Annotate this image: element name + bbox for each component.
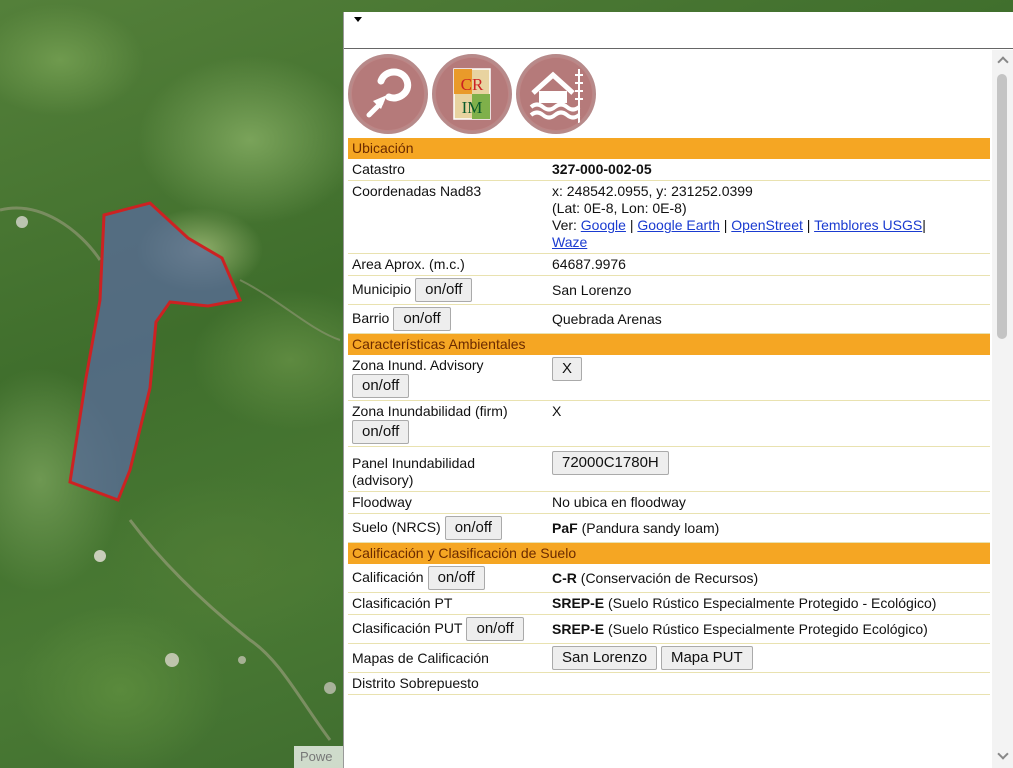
- flood-house-icon: [520, 58, 592, 130]
- section-ambientales: Características Ambientales: [348, 333, 990, 355]
- svg-text:IM: IM: [462, 98, 483, 117]
- clas-pt-code: SREP-E: [552, 595, 605, 611]
- link-waze[interactable]: Waze: [552, 234, 587, 250]
- link-google[interactable]: Google: [581, 217, 626, 233]
- section-ubicacion: Ubicación: [348, 138, 990, 159]
- row-coordenadas: Coordenadas Nad83 x: 248542.0955, y: 231…: [348, 180, 990, 254]
- row-barrio: Barrio on/off Quebrada Arenas: [348, 304, 990, 334]
- logo-row: CR IM: [348, 50, 992, 138]
- panel-value-button[interactable]: 72000C1780H: [552, 451, 669, 475]
- clas-put-toggle-button[interactable]: on/off: [466, 617, 524, 641]
- calificacion-toggle-button[interactable]: on/off: [427, 566, 485, 590]
- row-zona-advisory: Zona Inund. Advisory on/off X: [348, 355, 990, 401]
- row-panel: Panel Inundabilidad (advisory) 72000C1780…: [348, 446, 990, 492]
- municipio-toggle-button[interactable]: on/off: [415, 278, 473, 302]
- row-clasificacion-put: Clasificación PUT on/off SREP-E (Suelo Rú…: [348, 614, 990, 644]
- mapa-put-button[interactable]: Mapa PUT: [660, 646, 753, 670]
- zona-firm-value: X: [548, 400, 990, 447]
- coords-links: Ver: Google | Google Earth | OpenStreet …: [552, 217, 926, 250]
- arrow-logo[interactable]: [348, 54, 428, 134]
- parcel-info-popup: CR IM Ubicación Catastro 327-000-002-05 …: [343, 12, 1013, 768]
- calificacion-code: C-R: [552, 570, 577, 586]
- clas-put-code: SREP-E: [552, 621, 605, 637]
- zona-advisory-value-button[interactable]: X: [552, 357, 583, 381]
- parcel-info-table: Ubicación Catastro 327-000-002-05 Coorde…: [348, 138, 990, 695]
- link-google-earth[interactable]: Google Earth: [637, 217, 720, 233]
- row-suelo: Suelo (NRCS) on/off PaF (Pandura sandy lo…: [348, 513, 990, 543]
- popup-content: CR IM Ubicación Catastro 327-000-002-05 …: [344, 50, 992, 768]
- coords-latlon: (Lat: 0E-8, Lon: 0E-8): [552, 200, 687, 216]
- popup-scrollbar[interactable]: [992, 50, 1013, 768]
- row-calificacion: Calificación on/off C-R (Conservación de …: [348, 564, 990, 593]
- barrio-value: Quebrada Arenas: [548, 304, 990, 334]
- row-catastro: Catastro 327-000-002-05: [348, 159, 990, 181]
- row-distrito: Distrito Sobrepuesto: [348, 672, 990, 695]
- row-area: Area Aprox. (m.c.) 64687.9976: [348, 253, 990, 276]
- zona-advisory-toggle-button[interactable]: on/off: [352, 374, 410, 398]
- row-clasificacion-pt: Clasificación PT SREP-E (Suelo Rústico E…: [348, 592, 990, 615]
- scroll-thumb[interactable]: [997, 74, 1007, 339]
- flood-house-logo[interactable]: [516, 54, 596, 134]
- area-value: 64687.9976: [548, 253, 990, 276]
- parcel-polygon: [68, 201, 243, 502]
- link-temblores-usgs[interactable]: Temblores USGS: [814, 217, 922, 233]
- section-calificacion: Calificación y Clasificación de Suelo: [348, 542, 990, 564]
- zona-firm-toggle-button[interactable]: on/off: [352, 420, 410, 444]
- crim-icon: CR IM: [436, 58, 508, 130]
- collapse-caret-icon[interactable]: [354, 17, 362, 22]
- mapa-san-lorenzo-button[interactable]: San Lorenzo: [552, 646, 658, 670]
- floodway-value: No ubica en floodway: [548, 491, 990, 514]
- suelo-code: PaF: [552, 520, 578, 536]
- coords-xy: x: 248542.0955, y: 231252.0399: [552, 183, 753, 199]
- catastro-value: 327-000-002-05: [548, 159, 990, 181]
- barrio-toggle-button[interactable]: on/off: [393, 307, 451, 331]
- row-zona-firm: Zona Inundabilidad (firm) on/off X: [348, 400, 990, 447]
- suelo-toggle-button[interactable]: on/off: [444, 516, 502, 540]
- row-mapas: Mapas de Calificación San Lorenzo Mapa P…: [348, 643, 990, 673]
- scroll-down-icon[interactable]: [997, 748, 1009, 760]
- crim-logo[interactable]: CR IM: [432, 54, 512, 134]
- row-floodway: Floodway No ubica en floodway: [348, 491, 990, 514]
- popup-header: [344, 12, 1013, 49]
- svg-text:CR: CR: [461, 75, 484, 94]
- arrow-icon: [352, 58, 424, 130]
- municipio-value: San Lorenzo: [548, 275, 990, 305]
- scroll-up-icon[interactable]: [997, 56, 1009, 68]
- row-municipio: Municipio on/off San Lorenzo: [348, 275, 990, 305]
- link-openstreet[interactable]: OpenStreet: [731, 217, 803, 233]
